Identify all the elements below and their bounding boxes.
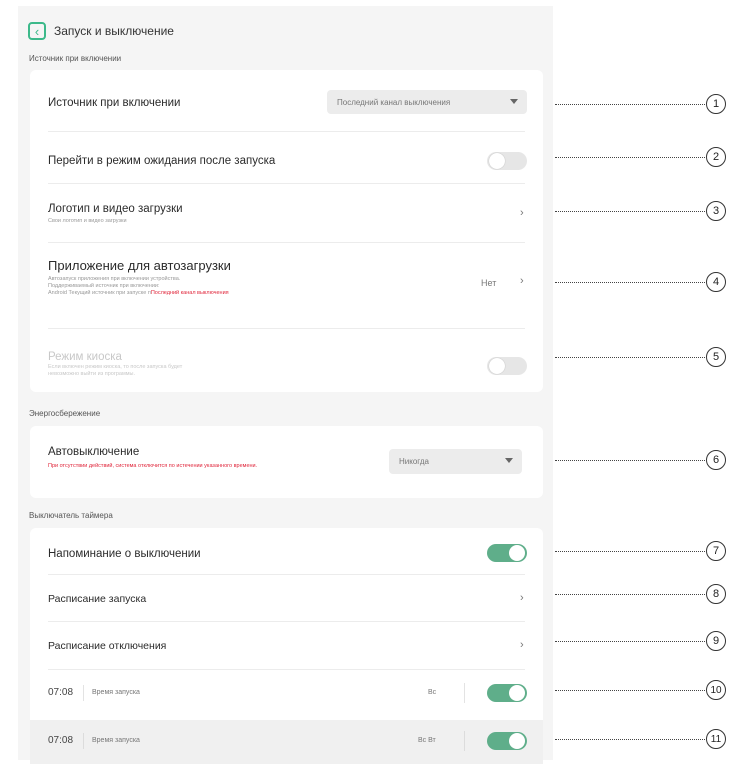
row-title: Перейти в режим ожидания после запуска — [48, 155, 276, 167]
row-title: Расписание запуска — [48, 593, 147, 605]
callout-number: 3 — [706, 201, 726, 221]
row-title: Расписание отключения — [48, 640, 167, 652]
entry-days: Вс — [428, 689, 437, 696]
row-auto-off[interactable]: Автовыключение При отсутствии действий, … — [30, 426, 543, 498]
row-title: Автовыключение — [48, 446, 140, 458]
callout-number: 8 — [706, 584, 726, 604]
row-title: Логотип и видео загрузки — [48, 203, 183, 215]
select-value: Последний канал выключения — [337, 97, 451, 107]
toggle-knob — [489, 153, 505, 169]
callout-line — [555, 104, 705, 105]
callout-line — [555, 211, 705, 212]
chevron-right-icon: › — [520, 639, 524, 651]
section-label-power-on: Источник при включении — [29, 54, 122, 63]
callout-line — [555, 357, 705, 358]
row-title: Напоминание о выключении — [48, 548, 201, 560]
chevron-left-icon: ‹ — [34, 23, 40, 39]
kiosk-toggle[interactable] — [487, 357, 527, 375]
power-on-card: Источник при включении Последний канал в… — [30, 70, 543, 392]
callout-number: 10 — [706, 680, 726, 700]
standby-toggle[interactable] — [487, 152, 527, 170]
callout-line — [555, 157, 705, 158]
row-subtitle: Свои логотип и видео загрузки — [48, 218, 127, 224]
energy-card: Автовыключение При отсутствии действий, … — [30, 426, 543, 498]
autostart-value: Нет — [481, 278, 497, 288]
callout-number: 6 — [706, 450, 726, 470]
entry-toggle[interactable] — [487, 684, 527, 702]
back-button[interactable]: ‹ — [28, 22, 46, 40]
row-shutdown-schedule[interactable]: Расписание отключения › — [30, 622, 543, 668]
callout-number: 5 — [706, 347, 726, 367]
select-value: Никогда — [399, 457, 429, 466]
row-startup-schedule[interactable]: Расписание запуска › — [30, 575, 543, 621]
callout-line — [555, 594, 705, 595]
section-label-timer: Выключатель таймера — [29, 511, 113, 520]
subtitle-line: Автозапуск приложения при включении устр… — [48, 276, 181, 282]
entry-separator — [464, 683, 465, 703]
subtitle-line: Если включен режим киоска, то после запу… — [48, 364, 183, 370]
chevron-right-icon: › — [520, 592, 524, 604]
callout-number: 2 — [706, 147, 726, 167]
callout-line — [555, 551, 705, 552]
row-title: Источник при включении — [48, 97, 181, 109]
header: ‹ Запуск и выключение — [28, 20, 174, 42]
row-power-on-source[interactable]: Источник при включении Последний канал в… — [30, 70, 543, 128]
callout-line — [555, 641, 705, 642]
row-autostart-app[interactable]: Приложение для автозагрузки Автозапуск п… — [30, 243, 543, 329]
entry-separator — [83, 685, 84, 701]
callout-number: 9 — [706, 631, 726, 651]
auto-off-select[interactable]: Никогда — [389, 449, 522, 474]
subtitle-highlight: Последний канал выключения — [150, 290, 229, 296]
triangle-down-icon — [505, 458, 513, 463]
toggle-knob — [509, 733, 525, 749]
schedule-entry[interactable]: 07:08 Время запуска Вс — [30, 670, 543, 716]
row-title: Режим киоска — [48, 351, 122, 363]
subtitle-line: Android Текущий источник при запуске пПо… — [48, 290, 308, 297]
power-on-source-select[interactable]: Последний канал выключения — [327, 90, 527, 114]
chevron-right-icon: › — [520, 207, 524, 219]
toggle-knob — [509, 545, 525, 561]
row-kiosk[interactable]: Режим киоска Если включен режим киоска, … — [30, 329, 543, 391]
callout-number: 11 — [706, 729, 726, 749]
entry-toggle[interactable] — [487, 732, 527, 750]
subtitle-line: Поддерживаемый источник при включении: — [48, 283, 160, 289]
row-subtitle: При отсутствии действий, система отключи… — [48, 463, 258, 469]
entry-label: Время запуска — [92, 689, 140, 696]
row-subtitle: Автозапуск приложения при включении устр… — [48, 276, 308, 297]
callout-number: 1 — [706, 94, 726, 114]
callout-line — [555, 739, 705, 740]
entry-time: 07:08 — [48, 735, 74, 746]
toggle-knob — [509, 685, 525, 701]
entry-label: Время запуска — [92, 737, 140, 744]
row-title: Приложение для автозагрузки — [48, 258, 231, 273]
subtitle-text: Android Текущий источник при запуске п — [48, 290, 151, 296]
row-standby[interactable]: Перейти в режим ожидания после запуска — [30, 132, 543, 180]
callout-number: 7 — [706, 541, 726, 561]
entry-time: 07:08 — [48, 687, 74, 698]
settings-panel: ‹ Запуск и выключение Источник при включ… — [18, 6, 553, 764]
timer-card: Напоминание о выключении Расписание запу… — [30, 528, 543, 764]
chevron-right-icon: › — [520, 275, 524, 287]
row-reminder[interactable]: Напоминание о выключении — [30, 528, 543, 574]
callout-line — [555, 460, 705, 461]
subtitle-line: невозможно выйти из программы. — [48, 371, 136, 377]
entry-separator — [464, 731, 465, 751]
triangle-down-icon — [510, 99, 518, 104]
callout-line — [555, 690, 705, 691]
entry-separator — [83, 733, 84, 749]
row-subtitle: Если включен режим киоска, то после запу… — [48, 364, 182, 378]
schedule-entry[interactable]: 07:08 Время запуска Вс Вт — [30, 720, 543, 764]
entry-days: Вс Вт — [418, 737, 436, 744]
section-label-energy: Энергосбережение — [29, 409, 101, 418]
row-logo[interactable]: Логотип и видео загрузки Свои логотип и … — [30, 184, 543, 242]
page-title: Запуск и выключение — [54, 24, 174, 38]
toggle-knob — [489, 358, 505, 374]
reminder-toggle[interactable] — [487, 544, 527, 562]
callout-line — [555, 282, 705, 283]
callout-number: 4 — [706, 272, 726, 292]
